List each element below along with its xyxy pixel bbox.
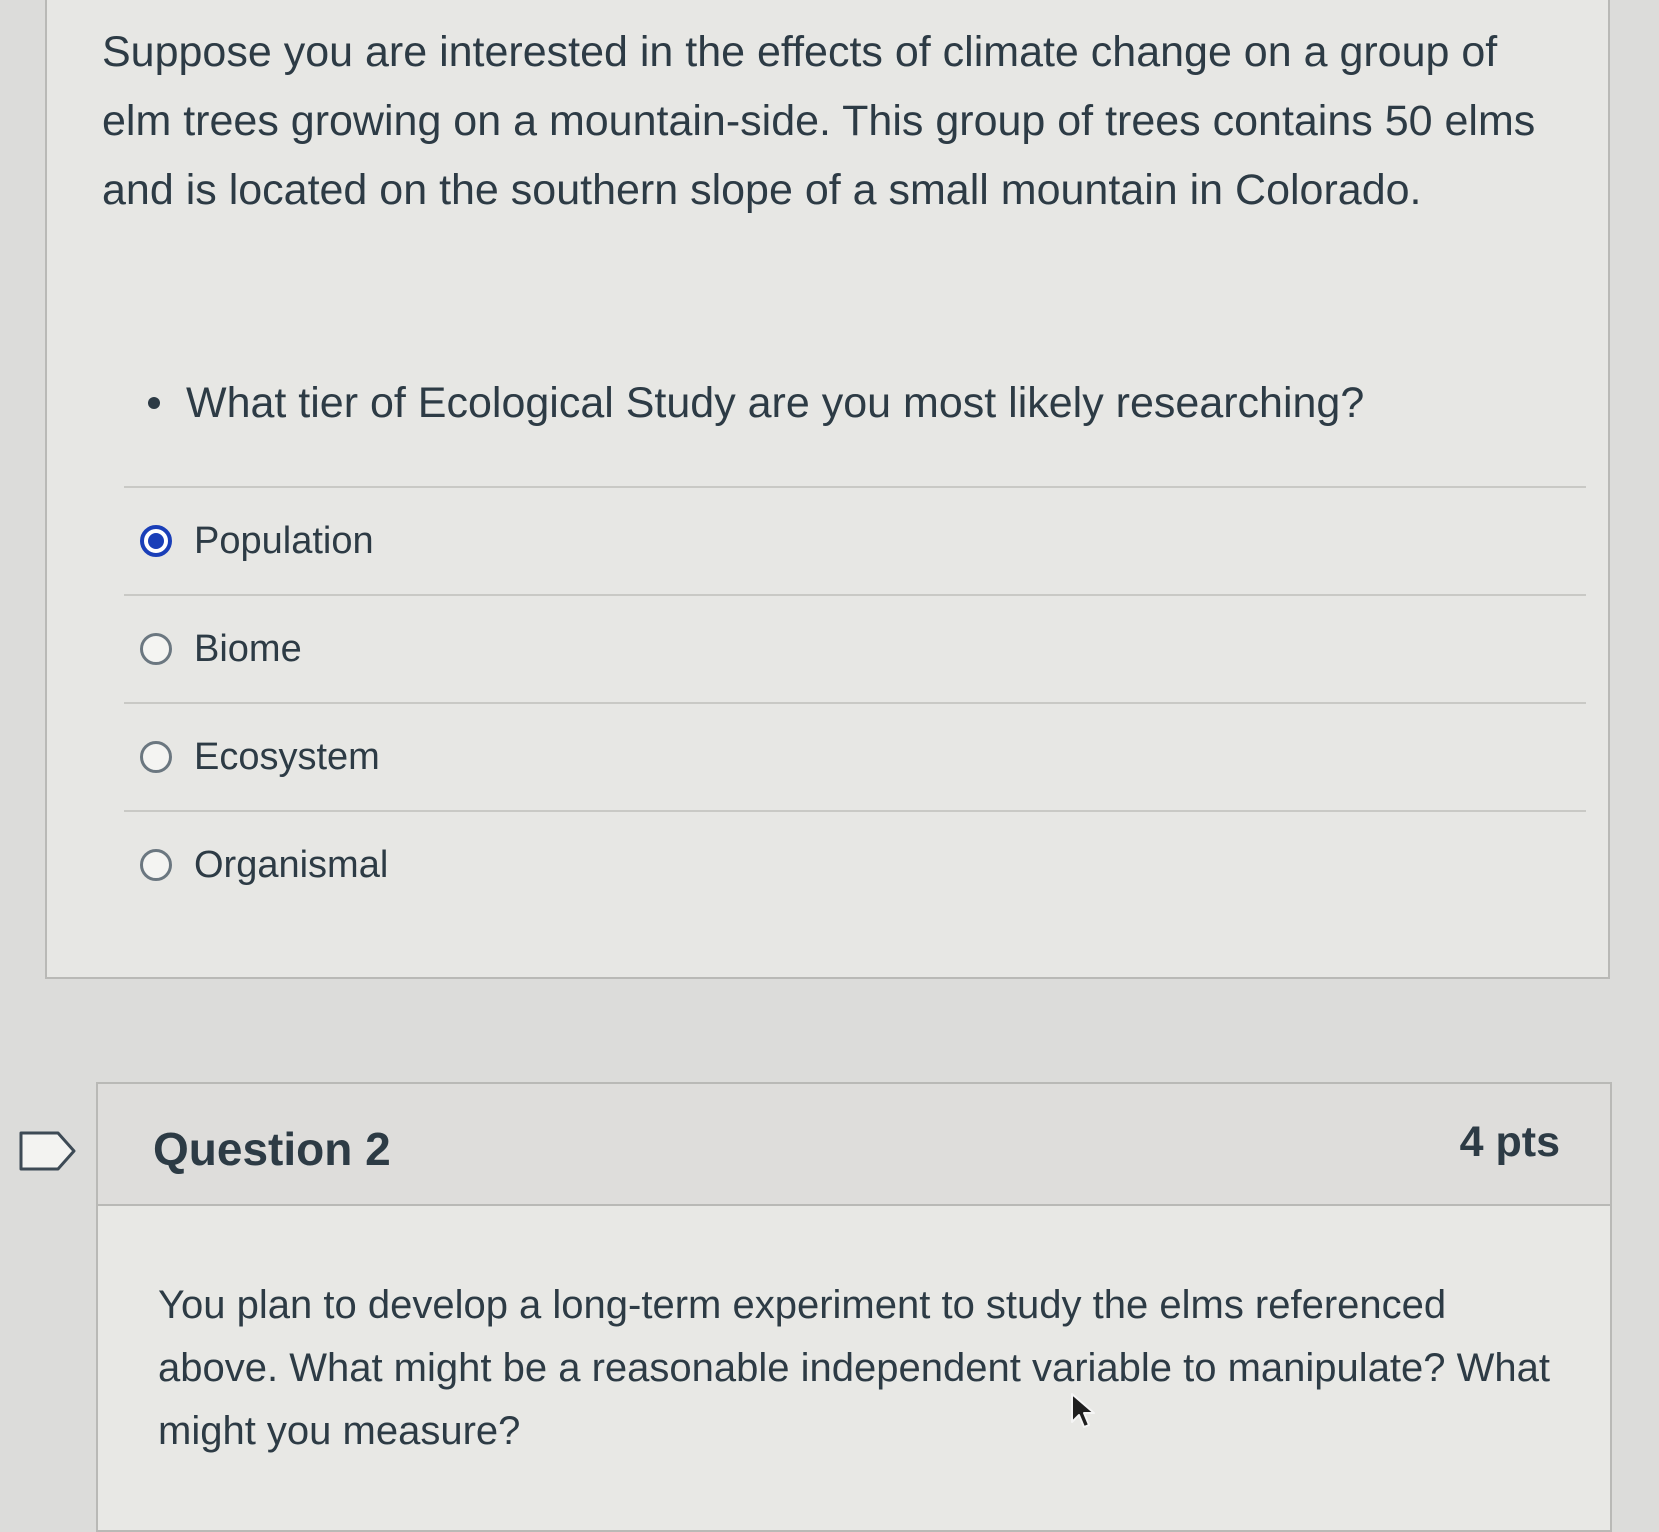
radio-organismal[interactable] — [140, 849, 172, 881]
question-2-points: 4 pts — [1459, 1118, 1560, 1166]
question-1-scenario: Suppose you are interested in the effect… — [102, 28, 1536, 214]
radio-ecosystem[interactable] — [140, 741, 172, 773]
question-1-prompt-list: What tier of Ecological Study are you mo… — [102, 375, 1562, 431]
mouse-pointer-icon — [1071, 1393, 1095, 1428]
answer-list: Population Biome Ecosystem Organismal — [124, 486, 1586, 918]
answer-ecosystem[interactable]: Ecosystem — [124, 702, 1586, 810]
question-1-prompt-text: What tier of Ecological Study are you mo… — [186, 379, 1365, 427]
radio-biome[interactable] — [140, 633, 172, 665]
radio-population[interactable] — [140, 525, 172, 557]
answer-label: Population — [194, 519, 374, 562]
question-2-title: Question 2 — [153, 1123, 391, 1175]
answer-label: Organismal — [194, 843, 389, 886]
bullet-icon — [148, 397, 160, 409]
question-2-body: You plan to develop a long-term experime… — [158, 1274, 1558, 1463]
question-2-card: Question 2 4 pts You plan to develop a l… — [96, 1082, 1612, 1532]
flag-question-icon[interactable] — [18, 1130, 78, 1172]
question-1-body: Suppose you are interested in the effect… — [102, 18, 1562, 431]
question-1-card: Suppose you are interested in the effect… — [45, 0, 1610, 979]
answer-label: Biome — [194, 627, 302, 670]
question-2-header: Question 2 4 pts — [98, 1084, 1610, 1206]
answer-population[interactable]: Population — [124, 486, 1586, 594]
answer-organismal[interactable]: Organismal — [124, 810, 1586, 918]
question-2-text: You plan to develop a long-term experime… — [158, 1283, 1551, 1453]
answer-biome[interactable]: Biome — [124, 594, 1586, 702]
answer-label: Ecosystem — [194, 735, 380, 778]
question-1-prompt: What tier of Ecological Study are you mo… — [102, 375, 1562, 431]
